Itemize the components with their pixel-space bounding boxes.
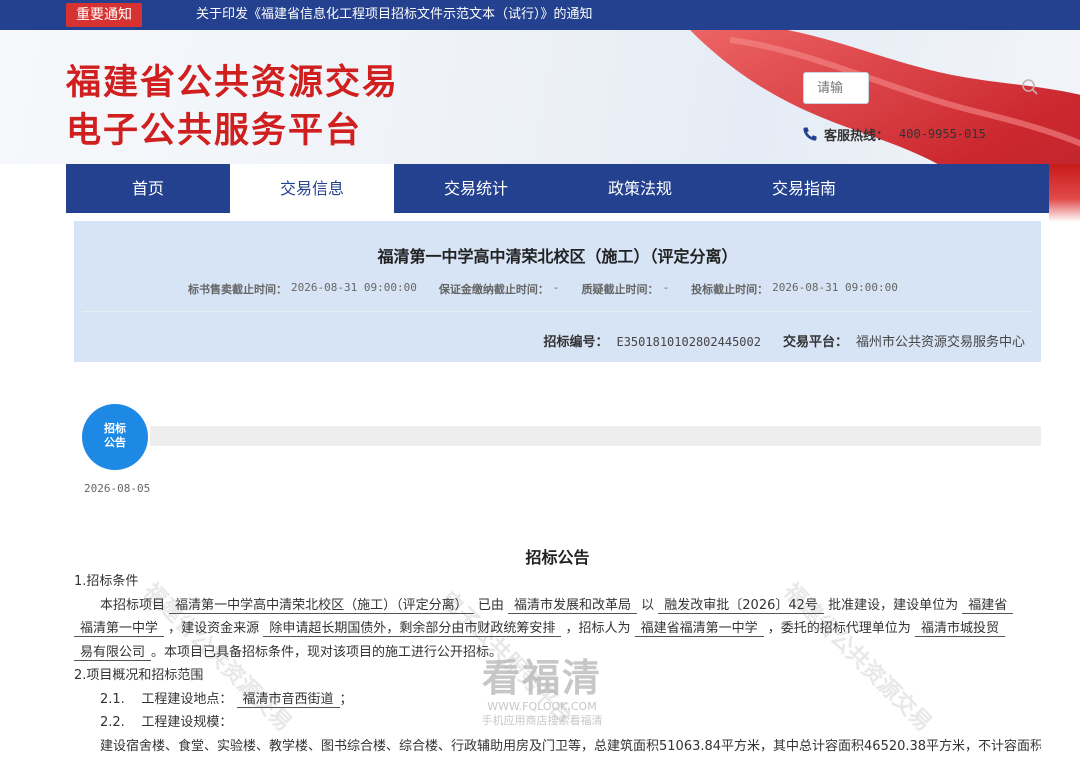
filled-field: 福清第一中学高中清荣北校区（施工）（评定分离） (169, 597, 474, 614)
nav-trade-stats[interactable]: 交易统计 (394, 164, 558, 213)
item-number: 2.2. (100, 715, 125, 730)
notice-link[interactable]: 关于印发《福建省信息化工程项目招标文件示范文本（试行）》的通知 (196, 0, 593, 30)
platform-label: 交易平台： (782, 335, 848, 350)
paragraph: 福清第一中学 ，建设资金来源 除申请超长期国债外，剩余部分由市财政统筹安排 ，招… (74, 617, 1041, 641)
watermark-title: 看福清 (481, 656, 602, 700)
project-title: 福清第一中学高中清荣北校区（施工）（评定分离） (377, 247, 738, 266)
filled-field: 福建省福清第一中学 (634, 621, 764, 637)
project-code: E3501810102802445002 (616, 335, 761, 349)
deadline-label: 保证金缴纳截止时间： (438, 283, 549, 296)
deadline-value: - (552, 281, 560, 294)
doc-title: 招标公告 (525, 548, 590, 567)
timeline-date: 2026-08-05 (84, 482, 151, 495)
deadline-label: 质疑截止时间： (581, 283, 659, 296)
nav-trade-info[interactable]: 交易信息 (230, 164, 394, 213)
section-heading: 1.招标条件 (74, 574, 139, 589)
text: ； (339, 691, 353, 707)
timeline-node-tender-notice[interactable]: 招标 公告 (82, 404, 148, 470)
text: 本招标项目 (100, 597, 166, 613)
paragraph: 本招标项目 福清第一中学高中清荣北校区（施工）（评定分离） 已由 福清市发展和改… (74, 594, 1041, 618)
deadline-row: 标书售卖截止时间： 2026-08-31 09:00:00 保证金缴纳截止时间：… (188, 281, 920, 297)
site-logo-line1[interactable]: 福建省公共资源交易 (66, 54, 399, 105)
filled-field: 易有限公司 (74, 644, 152, 661)
paragraph: 建设宿舍楼、食堂、实验楼、教学楼、图书综合楼、综合楼、行政辅助用房及门卫等，总建… (100, 738, 1041, 754)
text: ，建设资金来源 (168, 621, 260, 636)
phone-icon (803, 127, 817, 141)
deadline-label: 标书售卖截止时间： (188, 283, 287, 296)
site-header: 福建省公共资源交易 电子公共服务平台 客服热线： 400-9955-015 (0, 30, 1080, 164)
text: 。本项目已具备招标条件，现对该项目的施工进行公开招标。 (151, 644, 503, 660)
deadline-value: - (662, 281, 670, 294)
nav-policy[interactable]: 政策法规 (558, 164, 722, 213)
text: ，招标人为 (565, 621, 631, 636)
timeline-node-label: 招标 (104, 422, 126, 435)
deadline-value: 2026-08-31 09:00:00 (291, 281, 417, 294)
code-label: 招标编号： (543, 335, 609, 350)
project-meta: 招标编号： E3501810102802445002 交易平台： 福州市公共资源交易服… (543, 331, 1025, 350)
filled-field: 福清市音西街道 (236, 691, 340, 708)
platform-name: 福州市公共资源交易服务中心 (855, 335, 1025, 350)
filled-field: 福清市城投贸 (914, 621, 1005, 637)
filled-field: 福清第一中学 (74, 621, 165, 637)
filled-field: 除申请超长期国债外，剩余部分由市财政统筹安排 (263, 621, 562, 637)
project-info-panel: 福清第一中学高中清荣北校区（施工）（评定分离） 标书售卖截止时间： 2026-0… (74, 221, 1041, 362)
timeline-node-label: 公告 (104, 436, 126, 449)
flag-edge-decoration (1049, 164, 1080, 222)
text: ，委托的招标代理单位为 (767, 621, 911, 636)
watermark-url: WWW.FQLOOK.COM (487, 700, 597, 713)
nav-guide[interactable]: 交易指南 (722, 164, 886, 213)
text: 批准建设，建设单位为 (828, 597, 959, 613)
item-number: 2.1. (100, 691, 125, 707)
main-nav: 首页 交易信息 交易统计 政策法规 交易指南 (66, 164, 1049, 213)
filled-field: 福清市发展和改革局 (507, 597, 637, 614)
text: 已由 (477, 597, 504, 613)
hotline: 客服热线： 400-9955-015 (802, 124, 986, 144)
item-label: 工程建设规模： (141, 715, 233, 730)
search-input[interactable] (803, 72, 869, 104)
item-label: 工程建设地点： (141, 691, 233, 707)
hotline-label: 客服热线： (824, 128, 890, 144)
filled-field: 福建省 (962, 597, 1014, 614)
nav-home[interactable]: 首页 (66, 164, 230, 213)
text: 以 (641, 597, 655, 613)
deadline-value: 2026-08-31 09:00:00 (772, 281, 898, 294)
divider (82, 311, 1033, 312)
notice-bar: 重要通知 关于印发《福建省信息化工程项目招标文件示范文本（试行）》的通知 (0, 0, 1080, 30)
timeline-bar (150, 426, 1041, 446)
site-logo-line2[interactable]: 电子公共服务平台 (66, 102, 362, 153)
watermark-sub: 手机应用商店搜索看福清 (481, 714, 603, 727)
filled-field: 融发改审批〔2026〕42号 (658, 597, 824, 614)
deadline-label: 投标截止时间： (691, 283, 769, 296)
notice-badge: 重要通知 (66, 3, 142, 27)
hotline-number: 400-9955-015 (899, 127, 986, 141)
watermark-logo: 看福清 WWW.FQLOOK.COM 手机应用商店搜索看福清 (472, 656, 612, 728)
search-icon[interactable] (1021, 78, 1039, 96)
